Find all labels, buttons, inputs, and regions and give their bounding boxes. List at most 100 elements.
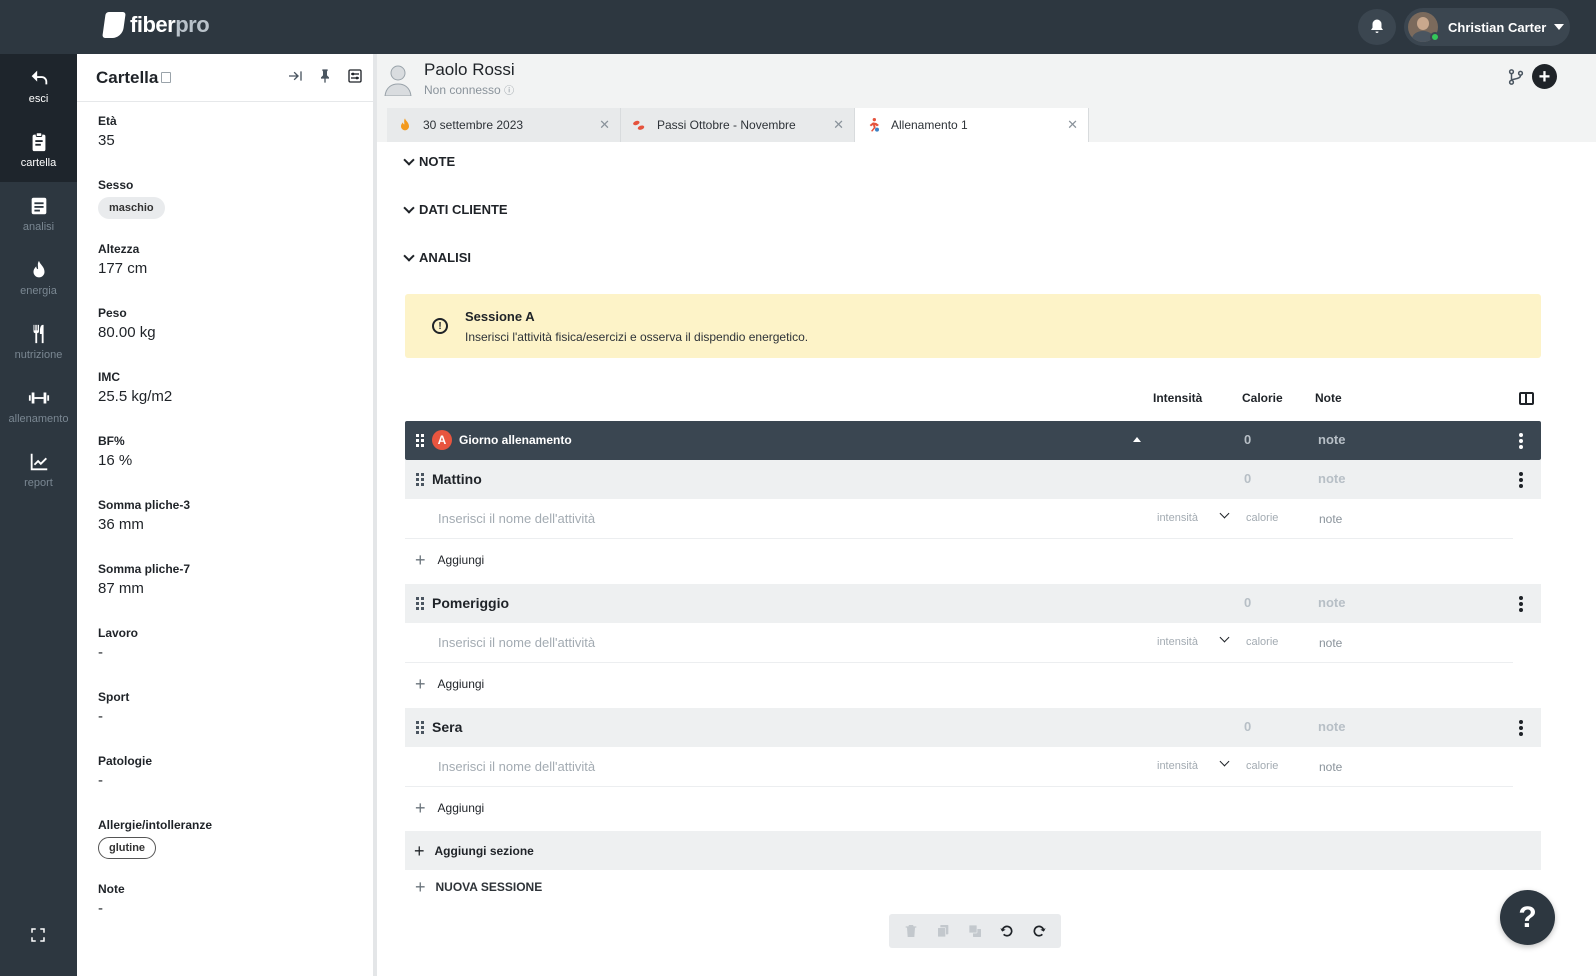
plus-icon: + [415, 674, 426, 694]
field-imc: IMC 25.5 kg/m2 [98, 370, 358, 405]
nav-item-analisi[interactable]: analisi [0, 182, 77, 246]
intensity-select[interactable]: intensità [1157, 636, 1198, 648]
copy-icon[interactable] [935, 923, 951, 939]
nav-item-cartella[interactable]: cartella [0, 118, 77, 182]
section-dati-cliente-toggle[interactable]: DATI CLIENTE [403, 201, 508, 217]
block-note: note [1318, 471, 1346, 486]
drag-handle-icon[interactable] [416, 597, 424, 610]
add-activity-button[interactable]: + Aggiungi [415, 551, 485, 569]
add-label: Aggiungi [437, 677, 485, 691]
nav-item-energia[interactable]: energia [0, 246, 77, 310]
more-options-icon[interactable] [1519, 596, 1523, 612]
drag-handle-icon[interactable] [416, 721, 424, 734]
field-altezza: Altezza 177 cm [98, 242, 358, 277]
chevron-down-icon[interactable] [1219, 508, 1230, 519]
section-note-toggle[interactable]: NOTE [403, 153, 455, 169]
columns-layout-icon[interactable] [1519, 392, 1534, 405]
note-input[interactable]: note [1319, 512, 1342, 526]
intensity-select[interactable]: intensità [1157, 512, 1198, 524]
close-icon[interactable]: ✕ [599, 117, 610, 133]
section-label: ANALISI [419, 250, 471, 265]
calories-input[interactable]: calorie [1246, 512, 1278, 524]
block-calories: 0 [1244, 471, 1252, 486]
flame-icon [33, 260, 44, 278]
main-area: Paolo Rossi Non connesso ⓘ + 30 settembr… [377, 54, 1596, 976]
field-peso: Peso 80.00 kg [98, 306, 358, 341]
trash-icon[interactable] [903, 923, 919, 939]
field-value: - [98, 644, 103, 661]
more-options-icon[interactable] [1519, 720, 1523, 736]
field-label: Somma pliche-3 [98, 498, 191, 512]
patient-header: Paolo Rossi Non connesso ⓘ + [377, 54, 1596, 110]
flame-icon [401, 118, 409, 131]
workout-content: NOTE DATI CLIENTE ANALISI ! Sessione A I… [377, 142, 1596, 976]
block-row-sera[interactable]: Sera 0 note [405, 708, 1541, 747]
tab-30-settembre[interactable]: 30 settembre 2023 ✕ [387, 108, 621, 142]
section-label: DATI CLIENTE [419, 202, 508, 217]
chevron-down-icon [403, 153, 415, 166]
plus-icon: + [415, 798, 426, 818]
add-activity-button[interactable]: + Aggiungi [415, 798, 484, 818]
calories-input[interactable]: calorie [1246, 636, 1278, 648]
block-note: note [1318, 719, 1346, 734]
drag-handle-icon[interactable] [416, 473, 424, 486]
caret-up-icon[interactable] [1133, 437, 1141, 442]
left-navigation: esci cartella analisi energia nutrizione… [0, 54, 77, 976]
intensity-select[interactable]: intensità [1157, 760, 1198, 772]
branch-icon[interactable] [1507, 68, 1525, 86]
tab-allenamento-1[interactable]: Allenamento 1 ✕ [855, 108, 1089, 142]
field-value: - [98, 900, 103, 917]
chevron-down-icon[interactable] [1219, 756, 1230, 767]
add-button[interactable]: + [1532, 64, 1557, 89]
field-value: - [98, 772, 103, 789]
field-patologie: Patologie - [98, 754, 358, 789]
fiberpro-logo[interactable]: fiberpro [102, 12, 210, 38]
field-label: Note [98, 882, 125, 896]
activity-name-input[interactable]: Inserisci il nome dell'attività [438, 635, 595, 650]
field-value: 87 mm [98, 580, 144, 597]
pin-icon[interactable] [317, 68, 333, 84]
more-options-icon[interactable] [1519, 433, 1523, 449]
help-label: ? [1518, 900, 1537, 934]
help-button[interactable]: ? [1500, 890, 1555, 945]
day-badge: A [432, 430, 452, 450]
block-row-mattino[interactable]: Mattino 0 note [405, 460, 1541, 499]
fullscreen-icon[interactable] [29, 926, 47, 944]
column-header-note: Note [1315, 391, 1342, 405]
redo-icon[interactable] [1031, 923, 1047, 939]
notifications-button[interactable] [1358, 9, 1396, 45]
chevron-down-icon[interactable] [1219, 632, 1230, 643]
tab-label: Passi Ottobre - Novembre [657, 118, 796, 132]
nav-item-esci[interactable]: esci [0, 54, 77, 118]
activity-name-input[interactable]: Inserisci il nome dell'attività [438, 511, 595, 526]
nav-item-nutrizione[interactable]: nutrizione [0, 310, 77, 374]
close-icon[interactable]: ✕ [833, 117, 844, 133]
nav-item-report[interactable]: report [0, 438, 77, 502]
duplicate-icon[interactable] [967, 923, 983, 939]
calories-input[interactable]: calorie [1246, 760, 1278, 772]
new-session-button[interactable]: + NUOVA SESSIONE [415, 878, 542, 896]
user-menu-button[interactable]: Christian Carter [1404, 8, 1570, 46]
note-input[interactable]: note [1319, 760, 1342, 774]
tab-passi[interactable]: Passi Ottobre - Novembre ✕ [621, 108, 855, 142]
add-label: Aggiungi [437, 553, 485, 567]
more-options-icon[interactable] [1519, 472, 1523, 488]
block-row-pomeriggio[interactable]: Pomeriggio 0 note [405, 584, 1541, 623]
drag-handle-icon[interactable] [416, 434, 424, 447]
activity-name-input[interactable]: Inserisci il nome dell'attività [438, 759, 595, 774]
section-analisi-toggle[interactable]: ANALISI [403, 249, 471, 265]
add-activity-button[interactable]: + Aggiungi [415, 674, 485, 694]
add-section-label: Aggiungi sezione [434, 843, 534, 858]
block-title: Pomeriggio [432, 595, 510, 611]
note-input[interactable]: note [1319, 636, 1342, 650]
fork-knife-icon [33, 324, 44, 344]
field-eta: Età 35 [98, 114, 358, 149]
training-day-row[interactable]: A Giorno allenamento 0 note [405, 421, 1541, 460]
list-settings-icon[interactable] [347, 68, 363, 84]
collapse-panel-icon[interactable] [287, 68, 303, 84]
close-icon[interactable]: ✕ [1067, 117, 1078, 133]
undo-icon[interactable] [999, 923, 1015, 939]
add-section-button[interactable]: + Aggiungi sezione [405, 831, 1541, 870]
field-label: Lavoro [98, 626, 139, 640]
nav-item-allenamento[interactable]: allenamento [0, 374, 77, 438]
